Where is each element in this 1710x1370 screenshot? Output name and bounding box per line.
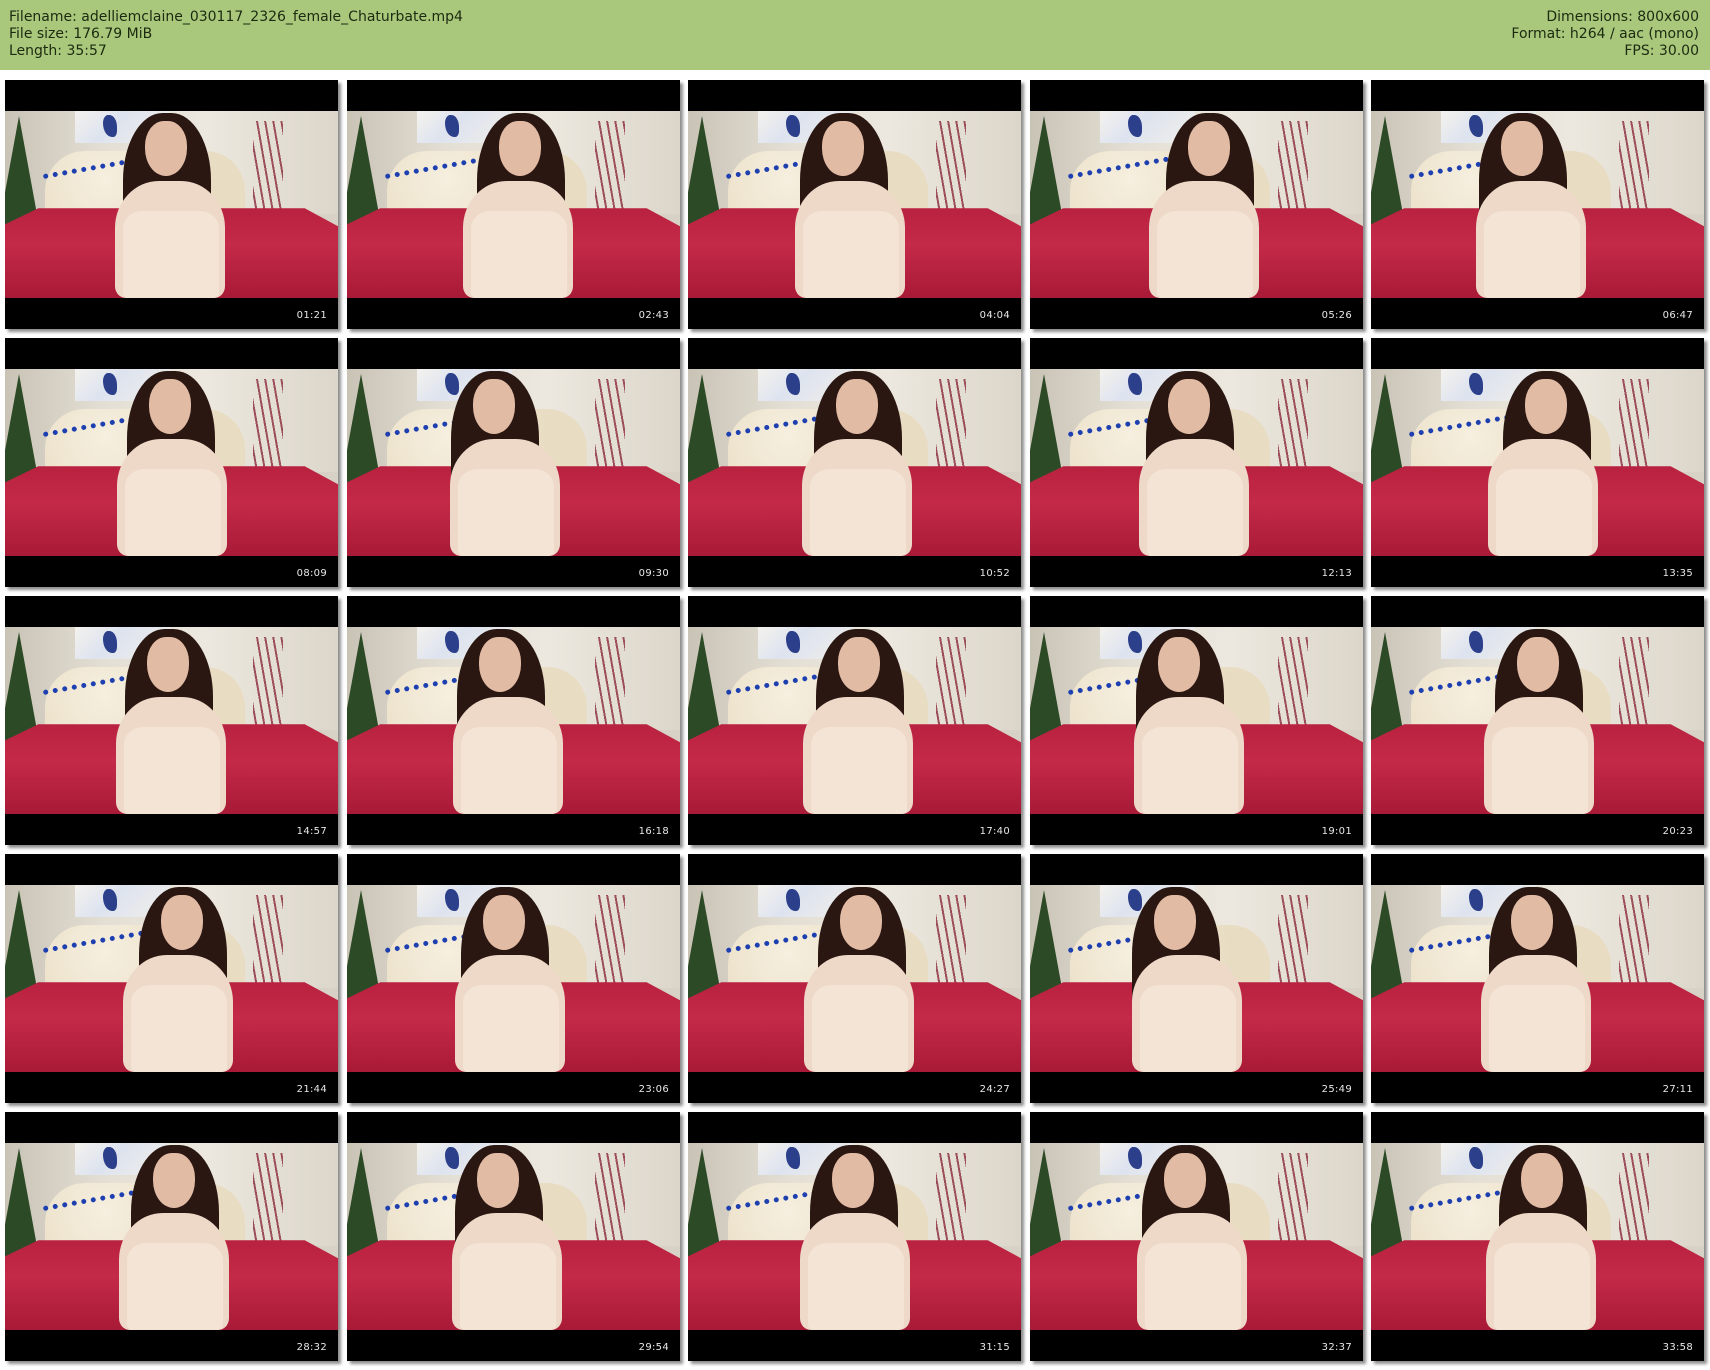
format-text: Format: h264 / aac (mono) — [1511, 26, 1699, 42]
info-header: Filename: adelliemclaine_030117_2326_fem… — [0, 0, 1710, 70]
timestamp-label: 23:06 — [638, 1084, 669, 1095]
timestamp-label: 24:27 — [979, 1084, 1010, 1095]
video-frame-image — [1030, 885, 1363, 1072]
thumbnail: 24:27 — [688, 854, 1021, 1103]
video-frame-image — [347, 111, 680, 298]
video-frame-image — [347, 369, 680, 556]
video-frame-image — [1030, 369, 1363, 556]
thumbnail: 31:15 — [688, 1112, 1021, 1361]
thumbnail: 01:21 — [5, 80, 338, 329]
thumbnail: 16:18 — [347, 596, 680, 845]
thumbnail: 23:06 — [347, 854, 680, 1103]
thumbnail: 33:58 — [1371, 1112, 1704, 1361]
dimensions-text: Dimensions: 800x600 — [1546, 9, 1699, 25]
video-frame-image — [5, 1143, 338, 1330]
timestamp-label: 16:18 — [638, 826, 669, 837]
thumbnail: 17:40 — [688, 596, 1021, 845]
video-frame-image — [1030, 1143, 1363, 1330]
thumbnail: 09:30 — [347, 338, 680, 587]
timestamp-label: 06:47 — [1662, 310, 1693, 321]
video-frame-image — [347, 627, 680, 814]
timestamp-label: 29:54 — [638, 1342, 669, 1353]
timestamp-label: 05:26 — [1321, 310, 1352, 321]
filename-text: Filename: adelliemclaine_030117_2326_fem… — [9, 9, 463, 25]
timestamp-label: 12:13 — [1321, 568, 1352, 579]
thumbnail: 27:11 — [1371, 854, 1704, 1103]
video-frame-image — [5, 885, 338, 1072]
length-text: Length: 35:57 — [9, 43, 107, 59]
timestamp-label: 31:15 — [979, 1342, 1010, 1353]
thumbnail: 04:04 — [688, 80, 1021, 329]
timestamp-label: 32:37 — [1321, 1342, 1352, 1353]
thumbnail: 10:52 — [688, 338, 1021, 587]
video-frame-image — [688, 369, 1021, 556]
video-frame-image — [688, 885, 1021, 1072]
thumbnail: 12:13 — [1030, 338, 1363, 587]
thumbnail: 14:57 — [5, 596, 338, 845]
thumbnail: 06:47 — [1371, 80, 1704, 329]
thumbnail: 28:32 — [5, 1112, 338, 1361]
video-frame-image — [1371, 1143, 1704, 1330]
timestamp-label: 02:43 — [638, 310, 669, 321]
timestamp-label: 28:32 — [296, 1342, 327, 1353]
filesize-text: File size: 176.79 MiB — [9, 26, 153, 42]
video-info: Dimensions: 800x600 Format: h264 / aac (… — [1511, 9, 1699, 60]
file-info: Filename: adelliemclaine_030117_2326_fem… — [9, 9, 463, 60]
timestamp-label: 08:09 — [296, 568, 327, 579]
video-frame-image — [1371, 111, 1704, 298]
video-frame-image — [688, 111, 1021, 298]
video-frame-image — [5, 627, 338, 814]
thumbnail: 29:54 — [347, 1112, 680, 1361]
thumbnail: 21:44 — [5, 854, 338, 1103]
timestamp-label: 33:58 — [1662, 1342, 1693, 1353]
thumbnail: 02:43 — [347, 80, 680, 329]
video-frame-image — [1371, 627, 1704, 814]
video-frame-image — [1030, 627, 1363, 814]
timestamp-label: 09:30 — [638, 568, 669, 579]
timestamp-label: 10:52 — [979, 568, 1010, 579]
fps-text: FPS: 30.00 — [1624, 43, 1699, 59]
thumbnail: 13:35 — [1371, 338, 1704, 587]
video-frame-image — [688, 1143, 1021, 1330]
video-frame-image — [347, 1143, 680, 1330]
thumbnail: 20:23 — [1371, 596, 1704, 845]
thumbnail-grid: 01:21 02:43 04:04 05:26 06:47 08:09 09:30 10:52… — [5, 80, 1705, 1365]
timestamp-label: 04:04 — [979, 310, 1010, 321]
thumbnail: 19:01 — [1030, 596, 1363, 845]
video-frame-image — [688, 627, 1021, 814]
video-frame-image — [347, 885, 680, 1072]
video-frame-image — [1030, 111, 1363, 298]
video-frame-image — [5, 111, 338, 298]
timestamp-label: 21:44 — [296, 1084, 327, 1095]
thumbnail: 05:26 — [1030, 80, 1363, 329]
video-frame-image — [1371, 369, 1704, 556]
thumbnail: 32:37 — [1030, 1112, 1363, 1361]
thumbnail: 08:09 — [5, 338, 338, 587]
timestamp-label: 19:01 — [1321, 826, 1352, 837]
timestamp-label: 25:49 — [1321, 1084, 1352, 1095]
video-frame-image — [5, 369, 338, 556]
timestamp-label: 13:35 — [1662, 568, 1693, 579]
timestamp-label: 01:21 — [296, 310, 327, 321]
timestamp-label: 27:11 — [1662, 1084, 1693, 1095]
video-frame-image — [1371, 885, 1704, 1072]
timestamp-label: 20:23 — [1662, 826, 1693, 837]
thumbnail: 25:49 — [1030, 854, 1363, 1103]
timestamp-label: 14:57 — [296, 826, 327, 837]
timestamp-label: 17:40 — [979, 826, 1010, 837]
